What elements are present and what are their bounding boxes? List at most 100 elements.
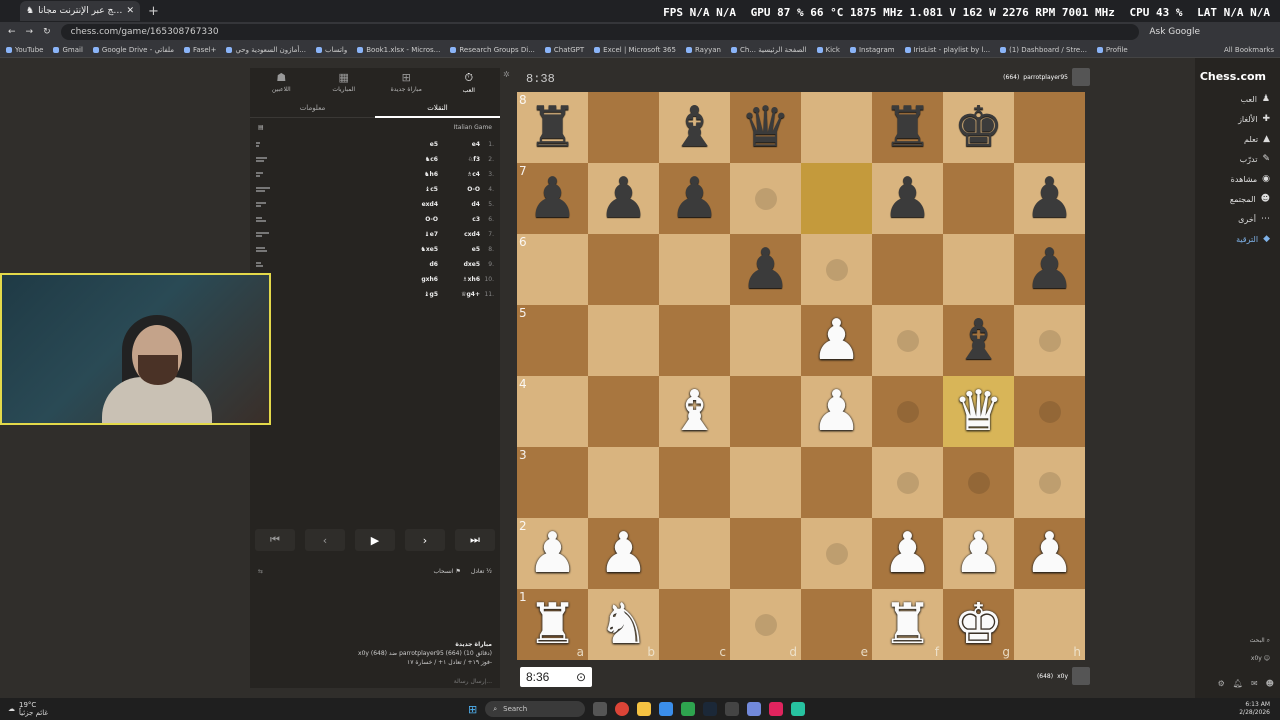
square-e5[interactable]: ♟ — [801, 305, 872, 376]
square-a7[interactable]: 7 ♟ — [517, 163, 588, 234]
move-hint-dot[interactable] — [896, 329, 919, 352]
white-move[interactable]: ♗xh6 — [438, 276, 480, 283]
taskbar-search[interactable]: ⌕ Search — [485, 701, 586, 717]
square-b4[interactable] — [588, 376, 659, 447]
play-button[interactable]: ▶ — [355, 529, 395, 551]
black-pawn-icon[interactable]: ♟ — [598, 170, 648, 227]
steam-icon[interactable] — [703, 702, 718, 716]
black-move[interactable]: exd4 — [388, 201, 438, 208]
square-f8[interactable]: ♜ — [872, 92, 943, 163]
move-hint-dot[interactable] — [825, 542, 848, 565]
white-king-icon[interactable]: ♚ — [953, 596, 1003, 653]
square-c3[interactable] — [659, 447, 730, 518]
bookmark-item[interactable]: واتساب — [315, 46, 347, 54]
square-a6[interactable]: 6 — [517, 234, 588, 305]
bookmark-item[interactable]: Instagram — [849, 46, 895, 54]
square-d8[interactable]: ♛ — [730, 92, 801, 163]
black-bishop-icon[interactable]: ♝ — [669, 99, 719, 156]
square-d5[interactable] — [730, 305, 801, 376]
tab-info[interactable]: معلومات — [250, 98, 375, 118]
square-a2[interactable]: 2 ♟ — [517, 518, 588, 589]
chrome-icon[interactable] — [615, 702, 630, 716]
close-tab-icon[interactable]: ✕ — [126, 6, 134, 16]
forward-icon[interactable]: → — [26, 27, 34, 37]
nav-item[interactable]: الترقية ◆ — [1195, 229, 1280, 249]
move-hint-dot[interactable] — [754, 613, 777, 636]
draw-button[interactable]: تعادل ½ — [471, 568, 492, 575]
flip-board-icon[interactable]: ⇆ — [258, 568, 263, 575]
bookmark-item[interactable]: Rayyan — [685, 46, 721, 54]
square-a3[interactable]: 3 — [517, 447, 588, 518]
resign-button[interactable]: انسحاب ⚑ — [433, 568, 460, 575]
square-b1[interactable]: b ♞ — [588, 589, 659, 660]
white-rook-icon[interactable]: ♜ — [882, 596, 932, 653]
nav-user[interactable]: x0y ☺ — [1250, 650, 1270, 668]
all-bookmarks-button[interactable]: All Bookmarks — [1224, 46, 1274, 54]
white-pawn-icon[interactable]: ♟ — [882, 525, 932, 582]
white-pawn-icon[interactable]: ♟ — [811, 383, 861, 440]
file-explorer-icon[interactable] — [637, 702, 652, 716]
square-b3[interactable] — [588, 447, 659, 518]
bookmark-item[interactable]: Excel | Microsoft 365 — [594, 46, 676, 54]
nav-item[interactable]: الألغاز ✚ — [1195, 109, 1280, 129]
bookmark-item[interactable]: IrisList - playlist by l... — [904, 46, 990, 54]
black-move[interactable]: d6 — [388, 261, 438, 268]
white-move[interactable]: ♕g4+ — [438, 291, 480, 298]
task-view-icon[interactable] — [593, 702, 608, 716]
square-h5[interactable] — [1014, 305, 1085, 376]
move-hint-dot[interactable] — [1038, 471, 1061, 494]
player-name[interactable]: x0y — [1057, 673, 1068, 680]
nav-item[interactable]: العب ♟ — [1195, 89, 1280, 109]
square-c6[interactable] — [659, 234, 730, 305]
move-hint-dot[interactable] — [754, 187, 777, 210]
white-move[interactable]: O-O — [438, 186, 480, 193]
square-f1[interactable]: f ♜ — [872, 589, 943, 660]
black-move[interactable]: O-O — [388, 216, 438, 223]
url-field[interactable]: chess.com/game/165308767330 — [60, 24, 1140, 40]
friends-icon[interactable]: ☻ — [1266, 679, 1274, 688]
square-e3[interactable] — [801, 447, 872, 518]
white-move[interactable]: e5 — [438, 246, 480, 253]
black-bishop-icon[interactable]: ♝ — [953, 312, 1003, 369]
white-pawn-icon[interactable]: ♟ — [598, 525, 648, 582]
square-e8[interactable] — [801, 92, 872, 163]
white-move[interactable]: c3 — [438, 216, 480, 223]
square-g2[interactable]: ♟ — [943, 518, 1014, 589]
square-c2[interactable] — [659, 518, 730, 589]
white-pawn-icon[interactable]: ♟ — [811, 312, 861, 369]
square-g7[interactable] — [943, 163, 1014, 234]
chess-board[interactable]: 8 ♜ ♝ ♛ ♜ ♚ 7 ♟ ♟ ♟ ♟ ♟ 6 ♟ ♟ 5 ♟ ♝ 4 ♝ ♟ ♛ 3 2 ♟ ♟ ♟ ♟ ♟ 1 a ♜ b ♞ c d e f ♜ g… — [517, 92, 1085, 660]
black-move[interactable]: ♝g5 — [388, 291, 438, 298]
square-f2[interactable]: ♟ — [872, 518, 943, 589]
bookmark-item[interactable]: ChatGPT — [544, 46, 584, 54]
square-f7[interactable]: ♟ — [872, 163, 943, 234]
bookmark-item[interactable]: Kick — [816, 46, 840, 54]
square-g6[interactable] — [943, 234, 1014, 305]
obs-icon[interactable] — [725, 702, 740, 716]
opponent-avatar[interactable] — [1072, 68, 1090, 86]
black-pawn-icon[interactable]: ♟ — [740, 241, 790, 298]
nav-search[interactable]: البحث ⌕ — [1250, 632, 1270, 650]
white-pawn-icon[interactable]: ♟ — [953, 525, 1003, 582]
square-h4[interactable] — [1014, 376, 1085, 447]
square-c8[interactable]: ♝ — [659, 92, 730, 163]
square-d4[interactable] — [730, 376, 801, 447]
panel-tab-players[interactable]: ☗ اللاعبين — [250, 68, 313, 96]
move-hint-dot[interactable] — [1038, 329, 1061, 352]
book-icon[interactable]: ▤ — [258, 124, 264, 131]
prev-move-button[interactable]: ‹ — [305, 529, 345, 551]
nav-item[interactable]: المجتمع ☻ — [1195, 189, 1280, 209]
square-a1[interactable]: 1 a ♜ — [517, 589, 588, 660]
white-move[interactable]: ♗c4 — [438, 171, 480, 178]
white-move[interactable]: e4 — [438, 141, 480, 148]
square-h6[interactable]: ♟ — [1014, 234, 1085, 305]
panel-tab-games[interactable]: ▦ المباريات — [313, 68, 376, 96]
square-h3[interactable] — [1014, 447, 1085, 518]
white-move[interactable]: dxe5 — [438, 261, 480, 268]
nav-item[interactable]: مشاهدة ◉ — [1195, 169, 1280, 189]
chess-logo[interactable]: Chess.com — [1195, 58, 1280, 89]
bookmark-item[interactable]: Ch... الصفحة الرئيسية — [730, 46, 807, 54]
square-a8[interactable]: 8 ♜ — [517, 92, 588, 163]
black-move[interactable]: ♝e7 — [388, 231, 438, 238]
nav-item[interactable]: تدرّب ✎ — [1195, 149, 1280, 169]
